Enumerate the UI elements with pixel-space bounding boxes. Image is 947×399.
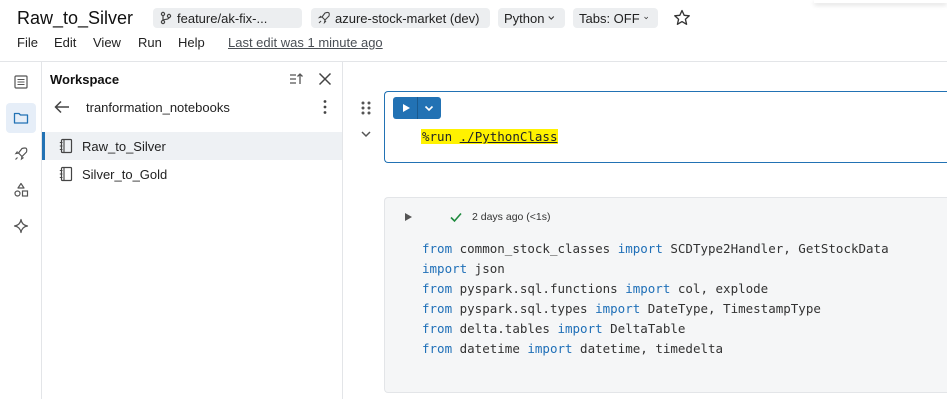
code-text: delta.tables — [452, 321, 558, 336]
chevron-down-icon — [643, 16, 648, 20]
tabs-toggle[interactable]: Tabs: OFF — [573, 8, 658, 28]
chevron-down-icon — [548, 16, 555, 20]
workspace-title: Workspace — [50, 72, 120, 87]
code-keyword: import — [527, 341, 573, 356]
menu-file[interactable]: File — [17, 35, 38, 50]
code-text: datetime — [452, 341, 528, 356]
menu-run[interactable]: Run — [138, 35, 162, 50]
code-keyword: from — [422, 301, 453, 316]
tabs-label: Tabs: OFF — [579, 10, 640, 26]
run-path: ./PythonClass — [459, 129, 558, 144]
play-icon — [403, 104, 410, 112]
rocket-icon — [14, 147, 28, 161]
drag-handle-icon[interactable] — [359, 100, 373, 116]
workspace-browser-button[interactable] — [6, 103, 36, 133]
code-cell[interactable]: 2 days ago (<1s) from common_stock_class… — [384, 197, 947, 393]
code-text: DeltaTable — [602, 321, 686, 336]
sparkle-icon — [13, 218, 29, 234]
workspace-panel: Workspace tranformation_notebooks Raw_to… — [42, 62, 343, 399]
branch-label: feature/ak-fix-... — [177, 10, 268, 26]
code-keyword: from — [422, 281, 453, 296]
git-branch-icon — [160, 11, 172, 25]
rocket-icon — [317, 11, 330, 25]
code-keyword: import — [617, 241, 663, 256]
code-line: from pyspark.sql.functions import col, e… — [422, 279, 889, 299]
kebab-menu-icon[interactable] — [316, 98, 334, 116]
code-text: pyspark.sql.types — [452, 301, 596, 316]
cluster-label: azure-stock-market (dev) — [335, 10, 480, 26]
code-keyword: from — [422, 321, 453, 336]
collapse-panel-icon[interactable] — [287, 70, 305, 88]
code-keyword: import — [422, 261, 468, 276]
cluster-selector[interactable]: azure-stock-market (dev) — [311, 8, 490, 28]
code-line: import json — [422, 259, 889, 279]
code-line: from delta.tables import DeltaTable — [422, 319, 889, 339]
star-icon[interactable] — [672, 8, 692, 28]
workspace-item-raw-to-silver[interactable]: Raw_to_Silver — [42, 132, 342, 160]
notebook-header: Raw_to_Silver feature/ak-fix-... azure-s… — [0, 0, 947, 62]
top-right-panel-edge — [814, 0, 947, 3]
back-arrow-icon[interactable] — [52, 98, 72, 116]
run-magic: %run — [422, 129, 453, 144]
workspace-item-label: Raw_to_Silver — [82, 139, 166, 154]
code-keyword: import — [625, 281, 671, 296]
code-text: col, explode — [670, 281, 769, 296]
compute-button[interactable] — [6, 139, 36, 169]
folder-icon — [13, 112, 29, 124]
list-icon — [14, 75, 28, 89]
code-text: json — [467, 261, 505, 276]
cell-code-imports[interactable]: from common_stock_classes import SCDType… — [422, 239, 889, 359]
notebook-title[interactable]: Raw_to_Silver — [17, 8, 133, 29]
code-text: pyspark.sql.functions — [452, 281, 626, 296]
code-text: DateType, TimestampType — [640, 301, 821, 316]
code-line: from datetime import datetime, timedelta — [422, 339, 889, 359]
workspace-item-silver-to-gold[interactable]: Silver_to_Gold — [42, 160, 342, 188]
code-keyword: import — [595, 301, 641, 316]
run-button-divider — [417, 97, 418, 119]
menu-edit[interactable]: Edit — [54, 35, 76, 50]
language-selector[interactable]: Python — [498, 8, 565, 28]
code-line: from pyspark.sql.types import DateType, … — [422, 299, 889, 319]
check-icon — [450, 212, 462, 223]
cell-run-status: 2 days ago (<1s) — [472, 211, 551, 223]
code-text: SCDType2Handler, GetStockData — [662, 241, 889, 256]
notebook-icon — [59, 138, 73, 154]
code-keyword: from — [422, 241, 453, 256]
code-line: from common_stock_classes import SCDType… — [422, 239, 889, 259]
menu-view[interactable]: View — [93, 35, 121, 50]
menu-help[interactable]: Help — [178, 35, 205, 50]
code-cell-active[interactable]: %run ./PythonClass — [384, 91, 947, 163]
left-rail — [0, 62, 42, 399]
table-of-contents-button[interactable] — [6, 67, 36, 97]
code-text: datetime, timedelta — [572, 341, 724, 356]
data-catalog-button[interactable] — [6, 175, 36, 205]
last-edit-link[interactable]: Last edit was 1 minute ago — [228, 35, 383, 50]
run-cell-button[interactable] — [393, 97, 441, 119]
shapes-icon — [14, 182, 29, 197]
chevron-down-icon[interactable] — [359, 128, 373, 140]
notebook-icon — [59, 166, 73, 182]
chevron-down-icon — [424, 105, 434, 112]
workspace-item-label: Silver_to_Gold — [82, 167, 168, 182]
language-label: Python — [504, 10, 545, 26]
code-keyword: from — [422, 341, 453, 356]
play-icon[interactable] — [403, 212, 413, 222]
cell-code-run-command[interactable]: %run ./PythonClass — [421, 129, 559, 144]
assistant-button[interactable] — [6, 211, 36, 241]
branch-selector[interactable]: feature/ak-fix-... — [153, 8, 302, 28]
code-keyword: import — [557, 321, 603, 336]
current-folder-name: tranformation_notebooks — [86, 100, 230, 115]
code-text: common_stock_classes — [452, 241, 618, 256]
notebook-editor: %run ./PythonClass 2 days ago (<1s) from… — [343, 62, 947, 399]
close-icon[interactable] — [316, 70, 334, 88]
